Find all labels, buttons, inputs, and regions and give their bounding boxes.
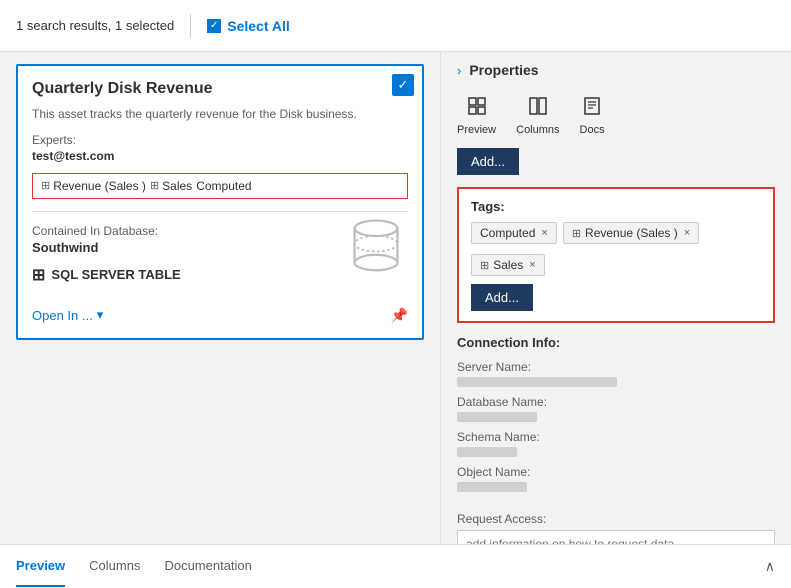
object-name-label: Object Name: xyxy=(457,465,775,479)
left-panel: ✓ Quarterly Disk Revenue This asset trac… xyxy=(0,52,440,544)
tags-add-button[interactable]: Add... xyxy=(471,284,533,311)
toolbar-preview-label: Preview xyxy=(457,124,496,136)
database-name-row: Database Name: xyxy=(457,395,775,422)
select-all-container[interactable]: ✓ Select All xyxy=(207,18,290,34)
tab-preview[interactable]: Preview xyxy=(16,546,65,587)
card-tag-revenue-label: Revenue (Sales ) xyxy=(53,179,146,193)
tab-columns-label: Columns xyxy=(89,558,140,573)
right-panel-header: › Properties xyxy=(441,52,791,88)
database-icon xyxy=(346,218,406,278)
open-in-button[interactable]: Open In ... ▾ xyxy=(32,307,103,323)
bottom-tabs-chevron[interactable]: ∧ xyxy=(765,558,775,575)
object-name-value xyxy=(457,482,527,492)
sales-tag-icon: ⊞ xyxy=(150,179,159,192)
card-footer: Open In ... ▾ 📌 xyxy=(32,299,408,324)
request-access-label: Request Access: xyxy=(457,512,775,526)
top-add-button[interactable]: Add... xyxy=(457,148,519,175)
card-tag-sales-label: Sales xyxy=(162,179,192,193)
card-tag-revenue: ⊞ Revenue (Sales ) xyxy=(41,179,146,193)
request-access-section: Request Access: xyxy=(441,508,791,544)
revenue-tag-icon: ⊞ xyxy=(41,179,50,192)
bottom-tabs-left: Preview Columns Documentation xyxy=(16,546,252,587)
tab-documentation[interactable]: Documentation xyxy=(164,546,251,587)
revenue-icon: ⊞ xyxy=(572,227,581,240)
toolbar-columns-label: Columns xyxy=(516,124,559,136)
card-checkbox[interactable]: ✓ xyxy=(392,74,414,96)
server-name-value xyxy=(457,377,617,387)
asset-card: ✓ Quarterly Disk Revenue This asset trac… xyxy=(16,64,424,340)
experts-label: Experts: xyxy=(32,133,408,147)
card-tag-computed-label: Computed xyxy=(196,179,251,193)
connection-section: Connection Info: Server Name: Database N… xyxy=(441,327,791,508)
right-panel-toolbar: Preview Columns Docs xyxy=(441,88,791,140)
card-description: This asset tracks the quarterly revenue … xyxy=(32,106,408,123)
database-name-label: Database Name: xyxy=(457,395,775,409)
tab-preview-label: Preview xyxy=(16,558,65,573)
server-name-row: Server Name: xyxy=(457,360,775,387)
columns-icon xyxy=(528,96,548,121)
sales-icon2: ⊞ xyxy=(480,259,489,272)
top-bar: 1 search results, 1 selected ✓ Select Al… xyxy=(0,0,791,52)
bottom-tabs: Preview Columns Documentation ∧ xyxy=(0,544,791,588)
search-results-text: 1 search results, 1 selected xyxy=(16,18,174,33)
pin-icon[interactable]: 📌 xyxy=(391,307,408,324)
schema-name-row: Schema Name: xyxy=(457,430,775,457)
experts-value: test@test.com xyxy=(32,149,408,163)
card-tag-sales: ⊞ Sales xyxy=(150,179,192,193)
tag-computed: Computed × xyxy=(471,222,557,244)
preview-icon xyxy=(467,96,487,121)
revenue-tag-remove[interactable]: × xyxy=(684,227,690,239)
toolbar-columns[interactable]: Columns xyxy=(516,96,559,136)
tags-row2: ⊞ Sales × xyxy=(471,254,761,276)
schema-name-value xyxy=(457,447,517,457)
toolbar-docs-label: Docs xyxy=(580,124,605,136)
collapse-icon[interactable]: › xyxy=(457,63,461,78)
sales-tag-remove[interactable]: × xyxy=(529,259,535,271)
select-all-checkbox[interactable]: ✓ xyxy=(207,19,221,33)
server-name-label: Server Name: xyxy=(457,360,775,374)
card-tags-box: ⊞ Revenue (Sales ) ⊞ Sales Computed xyxy=(32,173,408,199)
tab-documentation-label: Documentation xyxy=(164,558,251,573)
schema-name-label: Schema Name: xyxy=(457,430,775,444)
main-content: ✓ Quarterly Disk Revenue This asset trac… xyxy=(0,52,791,544)
connection-label: Connection Info: xyxy=(457,335,775,350)
tags-label: Tags: xyxy=(471,199,761,214)
database-name-value xyxy=(457,412,537,422)
tag-sales: ⊞ Sales × xyxy=(471,254,545,276)
object-name-row: Object Name: xyxy=(457,465,775,492)
properties-title: Properties xyxy=(469,62,538,78)
card-tag-computed: Computed xyxy=(196,179,251,193)
toolbar-preview[interactable]: Preview xyxy=(457,96,496,136)
computed-tag-remove[interactable]: × xyxy=(541,227,547,239)
right-panel: › Properties Preview Columns Doc xyxy=(440,52,791,544)
card-divider xyxy=(32,211,408,212)
table-icon: ⊞ xyxy=(32,265,45,285)
docs-icon xyxy=(582,96,602,121)
vertical-divider xyxy=(190,14,191,38)
request-access-input[interactable] xyxy=(457,530,775,544)
select-all-label[interactable]: Select All xyxy=(227,18,290,34)
computed-tag-label: Computed xyxy=(480,226,535,240)
tags-section: Tags: Computed × ⊞ Revenue (Sales ) × ⊞ xyxy=(457,187,775,323)
open-in-chevron: ▾ xyxy=(97,307,104,323)
revenue-sales-label: Revenue (Sales ) xyxy=(585,226,678,240)
sales-label: Sales xyxy=(493,258,523,272)
tags-area: Computed × ⊞ Revenue (Sales ) × ⊞ Sales … xyxy=(471,222,761,276)
tab-columns[interactable]: Columns xyxy=(89,546,140,587)
card-type-label: SQL SERVER TABLE xyxy=(51,267,180,282)
tag-revenue-sales: ⊞ Revenue (Sales ) × xyxy=(563,222,699,244)
toolbar-docs[interactable]: Docs xyxy=(580,96,605,136)
open-in-label: Open In ... xyxy=(32,308,93,323)
card-title: Quarterly Disk Revenue xyxy=(32,80,408,98)
